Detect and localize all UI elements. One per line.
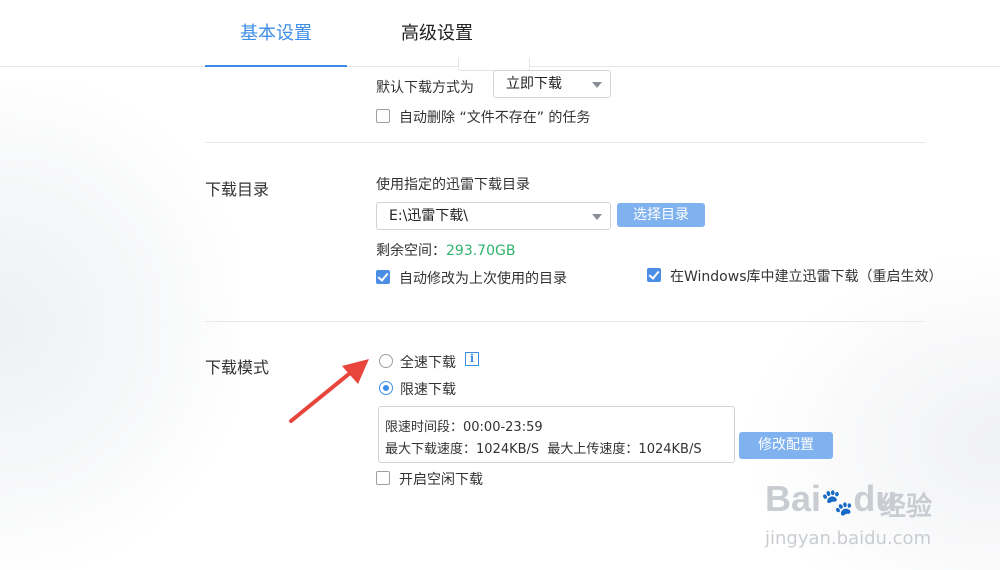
baidu-watermark: Bai🐾du [765,478,897,520]
download-path-value: E:\迅雷下载\ [389,208,468,224]
idle-download-label: 开启空闲下载 [399,472,483,488]
auto-modify-label: 自动修改为上次使用的目录 [399,271,567,287]
chevron-down-icon [592,214,602,220]
limit-period-text: 限速时间段：00:00-23:59 [385,420,543,435]
speed-limit-box: 限速时间段：00:00-23:59 最大下载速度：1024KB/S 最大上传速度… [378,406,735,463]
download-method-select[interactable]: 立即下载 [493,70,611,98]
auto-delete-label: 自动删除 “文件不存在” 的任务 [399,110,591,126]
chevron-down-icon [592,82,602,88]
watermark-url: jingyan.baidu.com [765,528,932,549]
windows-library-checkbox[interactable] [647,268,661,282]
free-space: 剩余空间：293.70GB [376,240,515,260]
limited-speed-radio[interactable] [379,381,393,395]
download-path-select[interactable]: E:\迅雷下载\ [376,202,611,230]
modify-config-button[interactable]: 修改配置 [739,432,833,459]
watermark-brand: Bai [765,478,822,519]
section-divider [205,321,925,322]
full-speed-label: 全速下载 [400,355,456,371]
free-space-label: 剩余空间： [376,243,446,259]
tab-bar: 基本设置 高级设置 [0,0,1000,67]
idle-download-checkbox[interactable] [376,471,390,485]
background-shade-right [740,250,1000,570]
tab-basic-settings[interactable]: 基本设置 [205,0,347,67]
limited-speed-label: 限速下载 [400,382,456,398]
full-speed-radio[interactable] [379,354,393,368]
download-dir-section-label: 下载目录 [205,180,270,199]
tab-advanced-settings[interactable]: 高级设置 [366,0,508,66]
background-shade-left [0,80,240,570]
section-divider [205,142,925,143]
annotation-arrow-icon [289,359,369,423]
default-download-method-label: 默认下载方式为 [376,80,474,96]
auto-delete-checkbox[interactable] [376,109,390,123]
paw-icon: 🐾 [821,487,854,517]
limit-speeds-text: 最大下载速度：1024KB/S 最大上传速度：1024KB/S [385,442,702,457]
download-mode-section-label: 下载模式 [205,358,270,377]
choose-directory-button[interactable]: 选择目录 [617,203,705,227]
free-space-value: 293.70GB [446,243,516,259]
use-specified-dir-label: 使用指定的迅雷下载目录 [376,177,530,193]
auto-modify-checkbox[interactable] [376,270,390,284]
windows-library-label: 在Windows库中建立迅雷下载（重启生效） [670,269,943,285]
info-icon[interactable]: i [465,352,479,366]
watermark-product: 经验 [880,492,933,522]
download-method-value: 立即下载 [506,76,562,92]
